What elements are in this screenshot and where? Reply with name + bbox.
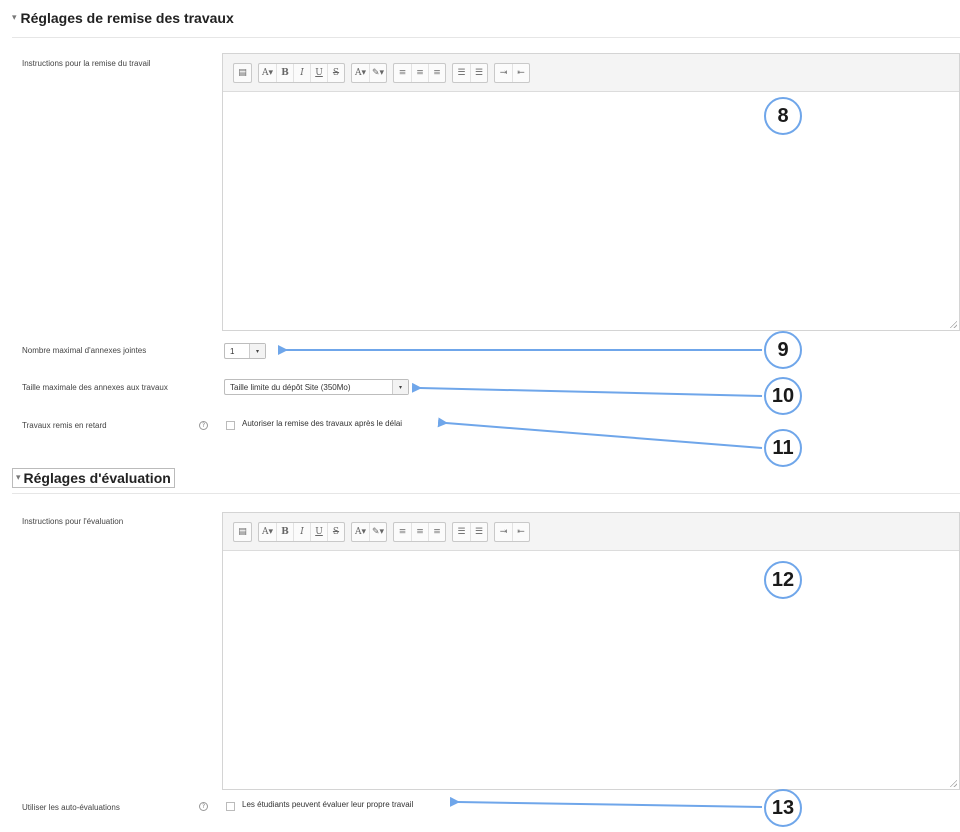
annotation-badge-8: 8 bbox=[764, 97, 802, 135]
annotation-arrows bbox=[278, 345, 763, 808]
annotation-badge-10: 10 bbox=[764, 377, 802, 415]
annotation-badge-11: 11 bbox=[764, 429, 802, 467]
annotation-badge-12: 12 bbox=[764, 561, 802, 599]
arrow-13 bbox=[449, 796, 763, 808]
annotation-badge-9: 9 bbox=[764, 331, 802, 369]
annotation-badge-13: 13 bbox=[764, 789, 802, 827]
arrow-10 bbox=[411, 382, 763, 397]
arrow-11 bbox=[437, 417, 763, 449]
